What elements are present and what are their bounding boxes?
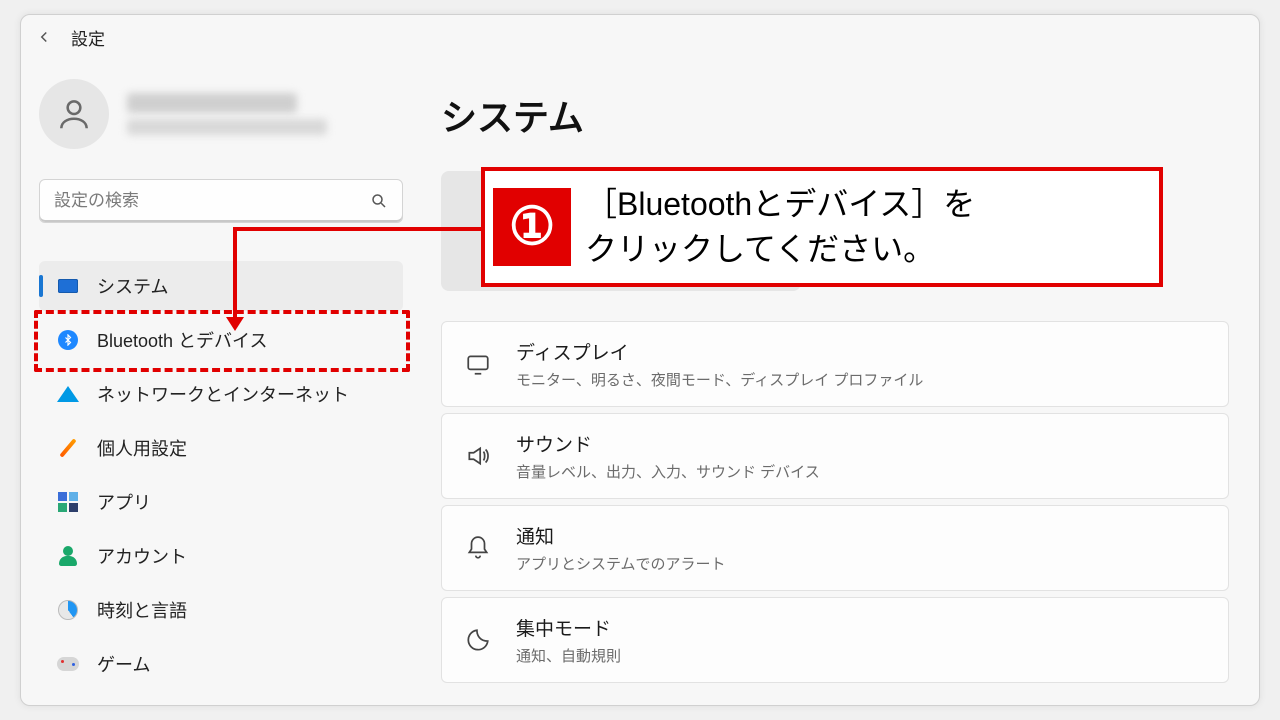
setting-title: ディスプレイ [516,338,923,365]
page-title: システム [441,89,1229,141]
sidebar-item-time[interactable]: 時刻と言語 [39,585,403,635]
setting-item-display[interactable]: ディスプレイモニター、明るさ、夜間モード、ディスプレイ プロファイル [441,321,1229,407]
setting-item-focus[interactable]: 集中モード通知、自動規則 [441,597,1229,683]
avatar [39,79,109,149]
account-name-redacted [127,93,297,113]
sidebar-item-label: 時刻と言語 [97,597,187,623]
search-box[interactable] [39,179,403,223]
sound-icon [464,442,492,470]
sidebar-item-accounts[interactable]: アカウント [39,531,403,581]
apps-icon [57,491,79,513]
setting-item-notif[interactable]: 通知アプリとシステムでのアラート [441,505,1229,591]
focus-icon [464,626,492,654]
bluetooth-icon [57,329,79,351]
account-block[interactable] [39,79,403,149]
gaming-icon [57,653,79,675]
search-icon [370,192,388,210]
account-email-redacted [127,119,327,135]
sidebar-item-label: ネットワークとインターネット [97,381,349,407]
sidebar-item-label: アプリ [97,489,151,515]
titlebar: 設定 [21,15,1259,59]
setting-item-sound[interactable]: サウンド音量レベル、出力、入力、サウンド デバイス [441,413,1229,499]
sidebar-item-bluetooth[interactable]: Bluetooth とデバイス [39,315,403,365]
annotation-step-number: ① [493,188,571,266]
settings-window: 設定 システムBluetooth とデバ [20,14,1260,706]
annotation-arrow [233,227,237,319]
system-icon [57,275,79,297]
network-icon [57,383,79,405]
sidebar-item-label: アカウント [97,543,187,569]
setting-title: 通知 [516,522,726,549]
display-icon [464,350,492,378]
sidebar-item-label: システム [97,273,168,299]
search-input[interactable] [54,191,370,211]
annotation-arrow-head [226,317,244,331]
setting-desc: 音量レベル、出力、入力、サウンド デバイス [516,461,820,482]
sidebar-item-label: ゲーム [97,651,150,677]
setting-desc: アプリとシステムでのアラート [516,553,726,574]
account-text [127,93,327,135]
sidebar-item-apps[interactable]: アプリ [39,477,403,527]
setting-title: サウンド [516,430,820,457]
sidebar: システム Bluetooth とデバイスネットワークとインターネット個人用設定アプ… [21,59,421,705]
annotation-callout: ① ［Bluetoothとデバイス］を クリックしてください。 [481,167,1163,287]
accounts-icon [57,545,79,567]
main-panel: システム ディスプレイモニター、明るさ、夜間モード、ディスプレイ プロファイルサ… [421,59,1259,705]
settings-list: ディスプレイモニター、明るさ、夜間モード、ディスプレイ プロファイルサウンド音量… [441,321,1229,683]
setting-title: 集中モード [516,614,621,641]
window-title: 設定 [71,25,105,50]
notification-icon [464,534,492,562]
sidebar-item-network[interactable]: ネットワークとインターネット [39,369,403,419]
nav-list: システム Bluetooth とデバイスネットワークとインターネット個人用設定アプ… [39,261,403,689]
annotation-arrow [233,227,481,231]
personalization-icon [57,437,79,459]
sidebar-item-system[interactable]: システム [39,261,403,311]
sidebar-item-personalization[interactable]: 個人用設定 [39,423,403,473]
setting-desc: 通知、自動規則 [516,645,621,666]
sidebar-item-gaming[interactable]: ゲーム [39,639,403,689]
time-language-icon [57,599,79,621]
setting-desc: モニター、明るさ、夜間モード、ディスプレイ プロファイル [516,369,923,390]
back-arrow-icon[interactable] [35,28,53,46]
sidebar-item-label: 個人用設定 [97,435,187,461]
annotation-text: ［Bluetoothとデバイス］を クリックしてください。 [585,182,975,272]
